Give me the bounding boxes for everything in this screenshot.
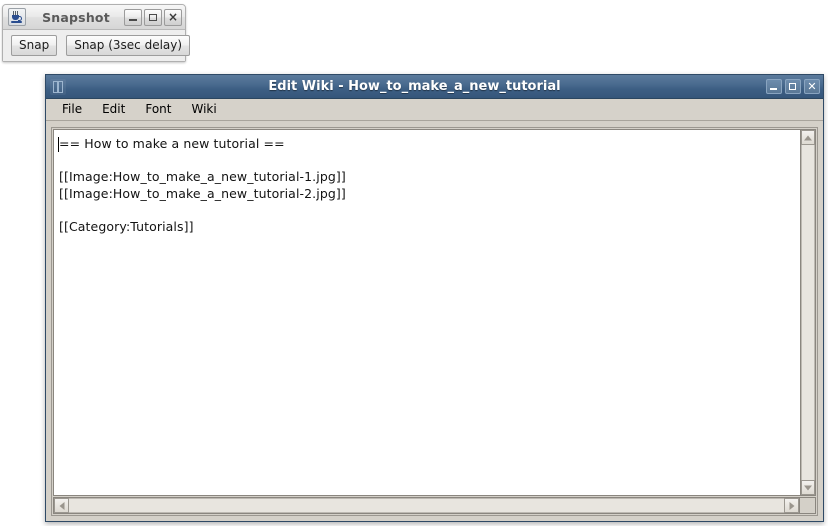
- edit-wiki-minimize-button[interactable]: [766, 79, 782, 94]
- snapshot-body: Snap Snap (3sec delay): [3, 30, 191, 61]
- vertical-scroll-track[interactable]: [801, 145, 815, 480]
- menu-wiki[interactable]: Wiki: [181, 100, 226, 119]
- snapshot-title: Snapshot: [42, 9, 110, 25]
- editor-lower: [53, 497, 816, 514]
- menu-edit[interactable]: Edit: [92, 100, 135, 119]
- menu-font[interactable]: Font: [135, 100, 181, 119]
- java-coffee-cup-icon: [8, 8, 26, 26]
- window-frame-icon: [50, 78, 66, 95]
- snapshot-minimize-button[interactable]: [124, 8, 142, 26]
- scroll-up-button[interactable]: [801, 130, 815, 145]
- scrollbar-corner: [800, 497, 816, 514]
- triangle-up-icon: [804, 135, 812, 140]
- triangle-down-icon: [804, 485, 812, 490]
- editor-line: [[Category:Tutorials]]: [59, 218, 194, 234]
- scroll-right-button[interactable]: [784, 498, 799, 513]
- scroll-left-button[interactable]: [54, 498, 69, 513]
- maximize-icon: [149, 13, 157, 21]
- edit-wiki-maximize-button[interactable]: [785, 79, 801, 94]
- editor-line: == How to make a new tutorial ==: [59, 136, 285, 151]
- close-icon: ×: [167, 9, 179, 24]
- editor-container: == How to make a new tutorial == [[Image…: [46, 122, 823, 521]
- edit-wiki-window[interactable]: Edit Wiki - How_to_make_a_new_tutorial ✕…: [45, 74, 824, 522]
- scroll-down-button[interactable]: [801, 480, 815, 495]
- minimize-icon: [770, 88, 777, 90]
- horizontal-scrollbar[interactable]: [53, 497, 800, 514]
- snapshot-close-button[interactable]: ×: [164, 8, 182, 26]
- close-icon: ✕: [807, 80, 817, 93]
- minimize-icon: [129, 18, 137, 21]
- text-caret: [58, 137, 59, 152]
- editor-frame: == How to make a new tutorial == [[Image…: [51, 127, 818, 516]
- triangle-left-icon: [59, 501, 64, 510]
- edit-wiki-titlebar[interactable]: Edit Wiki - How_to_make_a_new_tutorial ✕: [46, 75, 823, 99]
- editor-line: [[Image:How_to_make_a_new_tutorial-2.jpg…: [59, 185, 346, 201]
- snapshot-titlebar[interactable]: Snapshot ×: [3, 5, 185, 30]
- triangle-right-icon: [789, 501, 794, 510]
- snap-delay-button[interactable]: Snap (3sec delay): [66, 35, 191, 56]
- horizontal-scroll-track[interactable]: [69, 498, 784, 513]
- edit-wiki-title: Edit Wiki - How_to_make_a_new_tutorial: [268, 79, 561, 94]
- wiki-text-input[interactable]: == How to make a new tutorial == [[Image…: [53, 129, 800, 496]
- vertical-scrollbar[interactable]: [800, 129, 816, 496]
- edit-wiki-close-button[interactable]: ✕: [804, 79, 820, 94]
- menubar: File Edit Font Wiki: [46, 99, 823, 121]
- editor-line: [[Image:How_to_make_a_new_tutorial-1.jpg…: [59, 169, 346, 184]
- snapshot-maximize-button[interactable]: [144, 8, 162, 26]
- snap-button[interactable]: Snap: [11, 35, 58, 56]
- editor-upper: == How to make a new tutorial == [[Image…: [53, 129, 816, 496]
- snapshot-window[interactable]: Snapshot × Snap Snap (3sec delay): [2, 4, 191, 62]
- menu-file[interactable]: File: [52, 100, 92, 119]
- maximize-icon: [789, 83, 796, 90]
